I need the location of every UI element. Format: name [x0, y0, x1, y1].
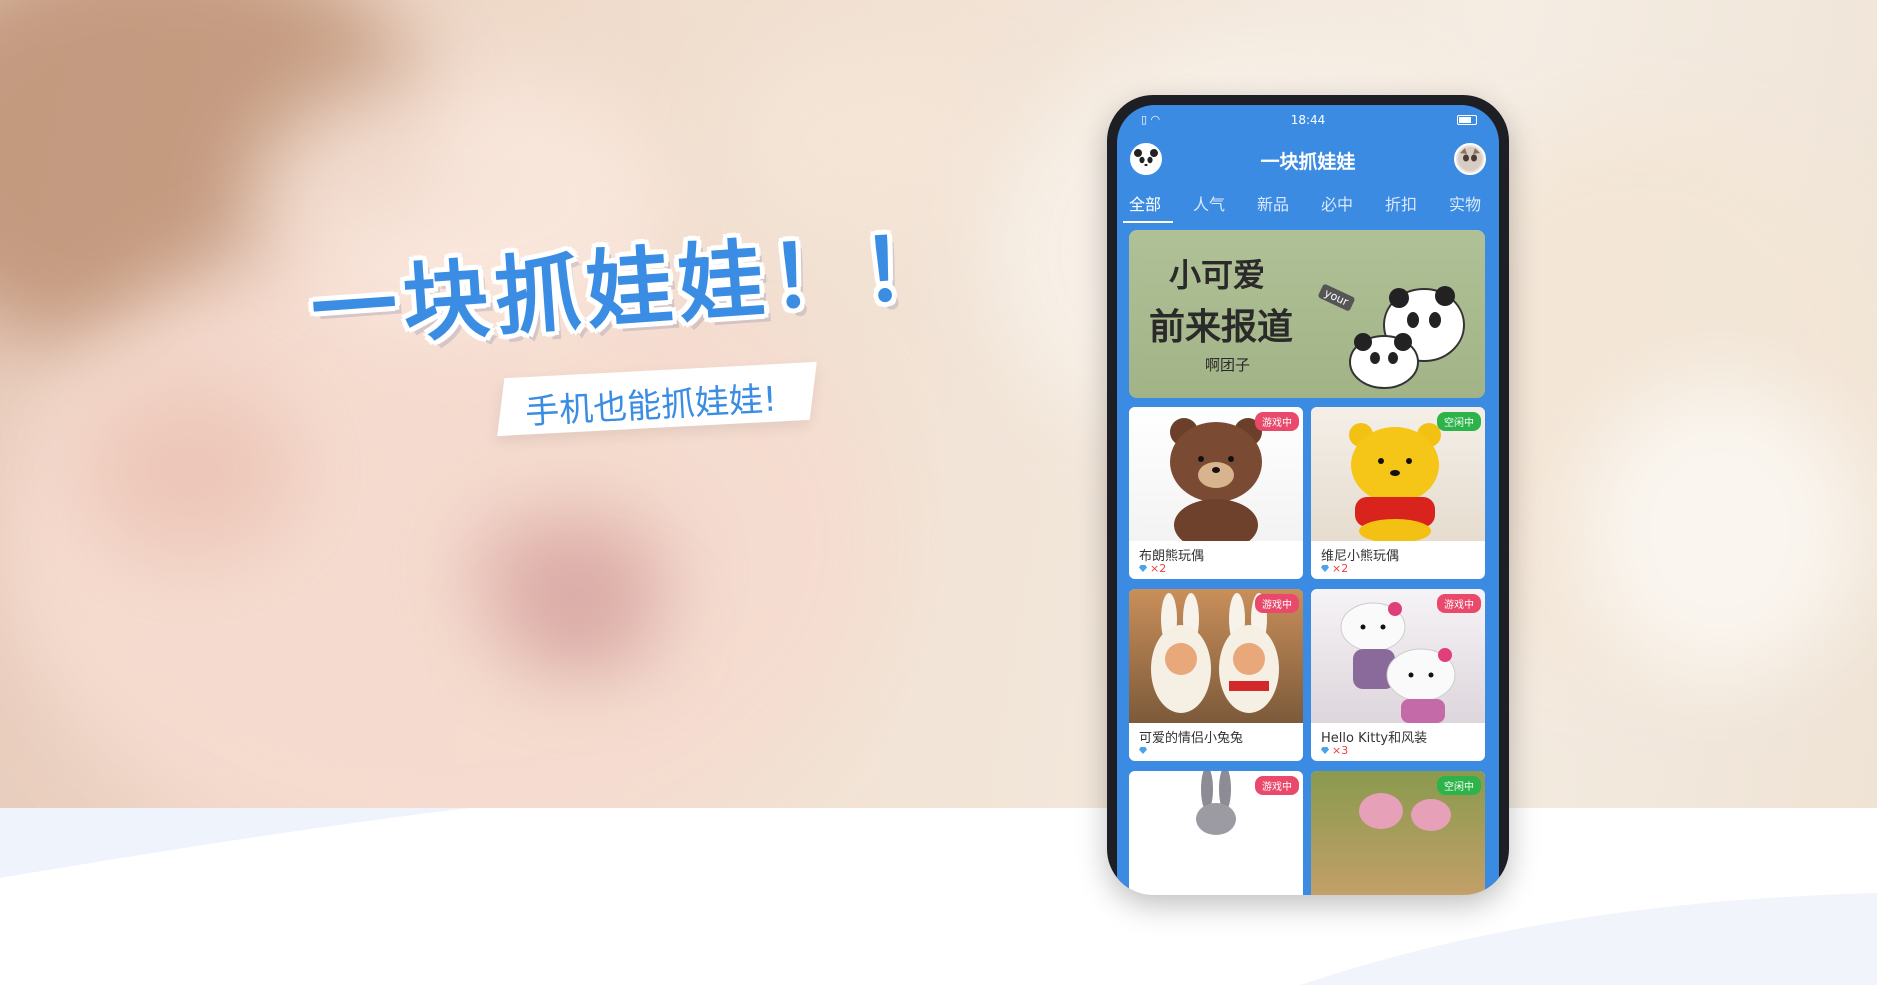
banner-title-1: 小可爱: [1169, 256, 1266, 294]
tab-popular[interactable]: 人气: [1193, 191, 1225, 215]
bg-blur-lips-shadow: [500, 590, 660, 670]
product-card[interactable]: 空闲中 维尼小熊玩偶 ×2: [1311, 407, 1485, 579]
bg-blur-cheek: [80, 380, 300, 560]
product-card[interactable]: 游戏中 可爱的情侣小兔兔: [1129, 589, 1303, 761]
bg-blur-light: [1580, 380, 1860, 680]
promo-banner[interactable]: 小可爱 前来报道 啊团子 your: [1129, 230, 1485, 398]
tab-physical[interactable]: 实物: [1449, 191, 1481, 215]
product-card[interactable]: 游戏中: [1129, 771, 1303, 895]
status-badge: 游戏中: [1255, 412, 1299, 431]
product-card[interactable]: 空闲中: [1311, 771, 1485, 895]
banner-author: 啊团子: [1205, 356, 1251, 374]
product-card[interactable]: 游戏中 布朗熊玩偶 ×2: [1129, 407, 1303, 579]
status-bar: ▯ ◠ 18:44: [1117, 105, 1499, 133]
phone-screen: ▯ ◠ 18:44 一块抓娃娃 全部 人气 新品 必中 折扣 实物 小可爱 前来…: [1117, 105, 1499, 895]
cat-avatar-icon: [1458, 147, 1482, 171]
status-badge: 游戏中: [1255, 776, 1299, 795]
status-badge: 空闲中: [1437, 776, 1481, 795]
tab-all[interactable]: 全部: [1122, 191, 1174, 223]
profile-avatar[interactable]: [1454, 143, 1486, 175]
product-price: ×3: [1321, 744, 1348, 757]
product-price-value: ×2: [1332, 562, 1349, 575]
app-top-bar: 一块抓娃娃: [1117, 141, 1499, 185]
gem-icon: [1139, 747, 1147, 754]
panda-illustration-icon: [1349, 286, 1465, 389]
status-badge: 空闲中: [1437, 412, 1481, 431]
gem-icon: [1321, 747, 1329, 754]
product-price: [1139, 744, 1150, 757]
banner-title-2: 前来报道: [1149, 306, 1294, 348]
tab-discount[interactable]: 折扣: [1385, 191, 1417, 215]
product-price: ×2: [1139, 562, 1166, 575]
hero-background: [0, 0, 1877, 810]
product-price-value: ×3: [1332, 744, 1349, 757]
product-card[interactable]: 游戏中 Hello Kitty和风装 ×3: [1311, 589, 1485, 761]
bottom-curve: [0, 808, 1877, 985]
banner-pagination[interactable]: [1291, 388, 1327, 398]
product-price-value: ×2: [1150, 562, 1167, 575]
tab-guaranteed[interactable]: 必中: [1321, 191, 1353, 215]
status-badge: 游戏中: [1437, 594, 1481, 613]
gem-icon: [1139, 565, 1147, 572]
category-tabs: 全部 人气 新品 必中 折扣 实物: [1122, 191, 1499, 223]
product-price: ×2: [1321, 562, 1348, 575]
phone-mockup: ▯ ◠ 18:44 一块抓娃娃 全部 人气 新品 必中 折扣 实物 小可爱 前来…: [1107, 95, 1509, 895]
tab-new[interactable]: 新品: [1257, 191, 1289, 215]
status-badge: 游戏中: [1255, 594, 1299, 613]
battery-icon: [1457, 115, 1477, 125]
app-title: 一块抓娃娃: [1260, 151, 1356, 173]
status-time: 18:44: [1290, 113, 1326, 127]
gem-icon: [1321, 565, 1329, 572]
product-name: 可爱的情侣小兔兔: [1139, 731, 1244, 746]
